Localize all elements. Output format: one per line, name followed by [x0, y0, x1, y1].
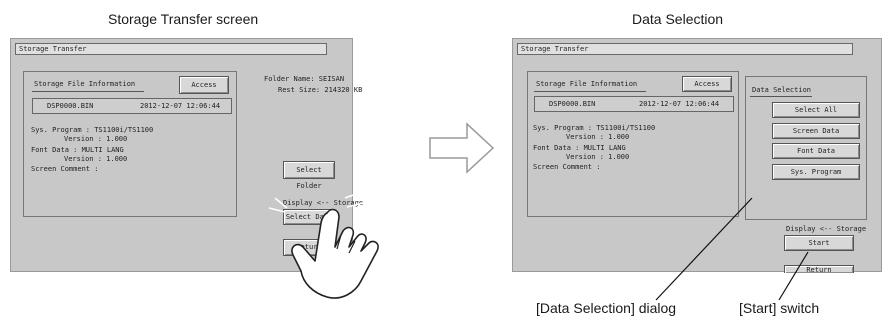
- access-button[interactable]: Access: [682, 76, 732, 92]
- data-selection-screen: Storage Transfer Storage File Informatio…: [512, 38, 882, 273]
- right-screen-caption: Data Selection: [632, 11, 724, 27]
- storage-file-info-panel: Storage File Information Access DSP0000.…: [527, 71, 739, 217]
- data-selection-dialog-callout: [Data Selection] dialog: [536, 300, 677, 316]
- tapping-hand-icon: [268, 192, 379, 299]
- screen-comment-line: Screen Comment :: [533, 163, 601, 171]
- storage-file-info-header: Storage File Information: [34, 80, 136, 88]
- sys-program-line: Sys. Program : TS1100i/TS1100: [533, 124, 656, 132]
- storage-file-info-panel: Storage File Information Access DSP0000.…: [23, 71, 237, 217]
- file-info-box: DSP0000.BIN 2012-12-07 12:06:44: [534, 96, 734, 112]
- access-button[interactable]: Access: [179, 76, 229, 94]
- start-switch-callout: [Start] switch: [739, 300, 820, 316]
- return-button[interactable]: Return: [784, 265, 854, 273]
- file-datetime: 2012-12-07 12:06:44: [639, 100, 720, 108]
- screen-title-bar: Storage Transfer: [517, 43, 853, 55]
- direction-label: Display <-- Storage: [786, 225, 867, 233]
- storage-file-info-header: Storage File Information: [536, 80, 638, 88]
- sys-program-button[interactable]: Sys. Program: [772, 164, 860, 180]
- file-name: DSP0000.BIN: [47, 102, 94, 110]
- font-version-line: Version : 1.000: [566, 153, 630, 161]
- folder-name-text: Folder Name: SEISAN: [264, 75, 345, 83]
- sys-program-line: Sys. Program : TS1100i/TS1100: [31, 126, 154, 134]
- file-info-box: DSP0000.BIN 2012-12-07 12:06:44: [32, 98, 232, 114]
- file-datetime: 2012-12-07 12:06:44: [140, 102, 221, 110]
- tap-sparkle-icon: [268, 192, 364, 213]
- screen-comment-line: Screen Comment :: [31, 165, 99, 173]
- select-all-button[interactable]: Select All: [772, 102, 860, 118]
- data-selection-header: Data Selection: [752, 86, 812, 94]
- file-name: DSP0000.BIN: [549, 100, 596, 108]
- screen-title-bar: Storage Transfer: [15, 43, 327, 55]
- sys-version-line: Version : 1.000: [566, 133, 630, 141]
- header-underline: [750, 96, 812, 97]
- rest-size-text: Rest Size: 214320 KB: [278, 86, 363, 94]
- data-selection-dialog: Data Selection Select All Screen Data Fo…: [745, 76, 867, 220]
- left-screen-caption: Storage Transfer screen: [108, 11, 259, 27]
- font-data-line: Font Data : MULTI LANG: [31, 146, 124, 154]
- select-folder-button[interactable]: Select Folder: [283, 161, 335, 190]
- start-button[interactable]: Start: [784, 235, 854, 251]
- sys-version-line: Version : 1.000: [64, 135, 128, 143]
- screen-data-button[interactable]: Screen Data: [772, 123, 860, 139]
- font-data-button[interactable]: Font Data: [772, 143, 860, 159]
- transition-arrow-icon: [429, 122, 495, 174]
- header-underline: [534, 91, 646, 92]
- font-version-line: Version : 1.000: [64, 155, 128, 163]
- header-underline: [32, 91, 144, 92]
- font-data-line: Font Data : MULTI LANG: [533, 144, 626, 152]
